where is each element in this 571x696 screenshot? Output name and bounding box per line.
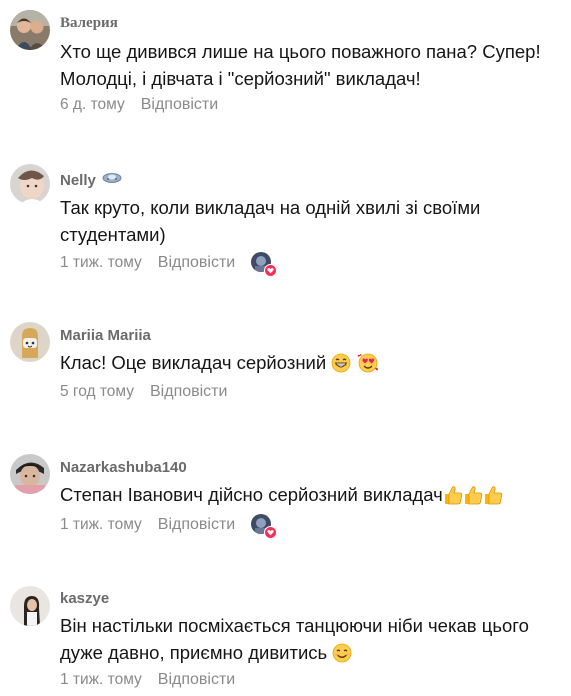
reply-button[interactable]: Відповісти xyxy=(158,254,235,272)
comment-meta: 1 тиж. тому Відповісти xyxy=(60,252,278,277)
username[interactable]: kaszye xyxy=(60,590,109,607)
heart-icon xyxy=(264,526,278,539)
comment-text: Клас! Оце викладач серйозний xyxy=(60,349,560,380)
avatar[interactable] xyxy=(10,164,50,204)
avatar[interactable] xyxy=(10,10,50,50)
comment-text-content: Степан Іванович дійсно серйозний виклада… xyxy=(60,484,443,505)
smiling-face-emoji-icon xyxy=(332,643,352,670)
heart-eyes-emoji-icon xyxy=(357,353,379,380)
comment-text-line: Хто ще дивився лише на цього поважного п… xyxy=(60,41,541,62)
thumbs-up-emoji-icon xyxy=(463,485,483,512)
reply-button[interactable]: Відповісти xyxy=(141,96,218,114)
reply-button[interactable]: Відповісти xyxy=(158,671,235,689)
comment-text: Так круто, коли викладач на одній хвилі … xyxy=(60,194,560,248)
grinning-sweat-emoji-icon xyxy=(331,353,351,380)
comment-text-content: дуже давно, приємно дивитись xyxy=(60,642,328,663)
timestamp: 6 д. тому xyxy=(60,96,125,113)
comment-text-line: дуже давно, приємно дивитись xyxy=(60,639,560,670)
username[interactable]: Mariia Mariia xyxy=(60,327,151,344)
comment-text-line: Степан Іванович дійсно серйозний виклада… xyxy=(60,481,560,512)
comment-text: Він настільки посміхається танцюючи ніби… xyxy=(60,612,560,670)
comment-text-line: Так круто, коли викладач на одній хвилі … xyxy=(60,197,481,218)
comment-meta: 1 тиж. тому Відповісти xyxy=(60,671,235,689)
comment-text-line: Він настільки посміхається танцюючи ніби… xyxy=(60,615,529,636)
comment-text-line: студентами) xyxy=(60,224,166,245)
comment-text-line: Клас! Оце викладач серйозний xyxy=(60,349,560,380)
timestamp: 1 тиж. тому xyxy=(60,516,142,533)
comment-meta: 6 д. тому Відповісти xyxy=(60,96,218,114)
thumbs-up-emoji-icon xyxy=(443,485,463,512)
timestamp: 1 тиж. тому xyxy=(60,671,142,688)
comment-text: Степан Іванович дійсно серйозний виклада… xyxy=(60,481,560,512)
avatar[interactable] xyxy=(10,454,50,494)
timestamp: 1 тиж. тому xyxy=(60,254,142,271)
username[interactable]: Валерия xyxy=(60,15,118,32)
thumbs-up-emoji-icon xyxy=(483,485,503,512)
username[interactable]: Nazarkashuba140 xyxy=(60,459,187,476)
comment-meta: 5 год тому Відповісти xyxy=(60,383,227,401)
username[interactable]: Nelly xyxy=(60,172,122,189)
avatar[interactable] xyxy=(10,586,50,626)
liked-by-creator-indicator xyxy=(251,514,278,539)
username-text: Nelly xyxy=(60,172,96,189)
reply-button[interactable]: Відповісти xyxy=(158,516,235,534)
liked-by-creator-indicator xyxy=(251,252,278,277)
comment-meta: 1 тиж. тому Відповісти xyxy=(60,514,278,539)
comment-text: Хто ще дивився лише на цього поважного п… xyxy=(60,38,560,92)
reply-button[interactable]: Відповісти xyxy=(150,383,227,401)
timestamp: 5 год тому xyxy=(60,383,134,400)
comment-text-content: Клас! Оце викладач серйозний xyxy=(60,352,327,373)
heart-icon xyxy=(264,264,278,277)
avatar[interactable] xyxy=(10,322,50,362)
comment-text-line: Молодці, і дівчата і "серйозний" виклада… xyxy=(60,68,421,89)
creator-badge-icon xyxy=(102,171,122,188)
